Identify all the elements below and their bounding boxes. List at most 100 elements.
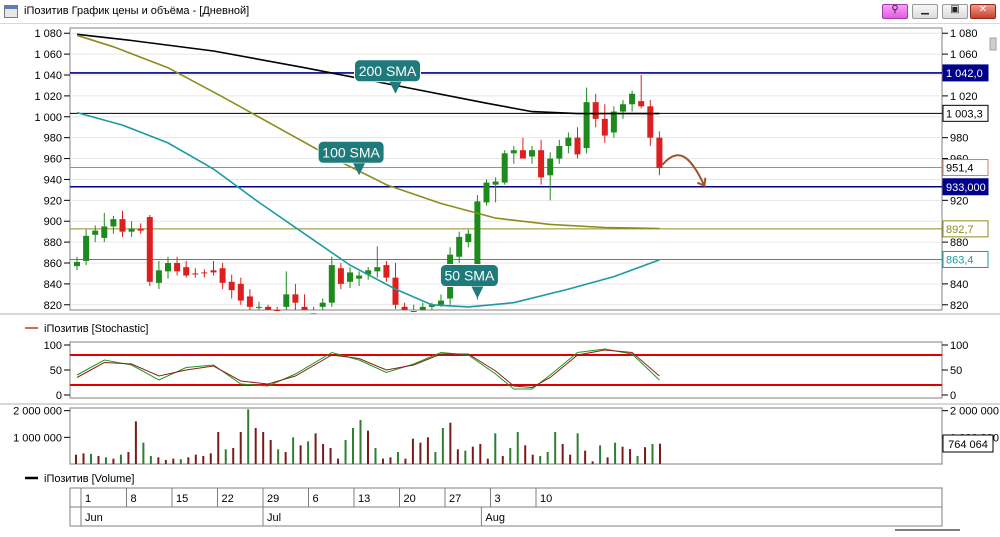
candle-body-up bbox=[456, 236, 463, 257]
candle-body-up bbox=[501, 153, 508, 183]
date-tick-label: 22 bbox=[222, 493, 234, 505]
candle-body-down bbox=[192, 273, 199, 275]
price-tick-label: 1 060 bbox=[34, 49, 62, 61]
candle-body-up bbox=[256, 306, 262, 308]
stoch-right-tick-label: 50 bbox=[950, 365, 962, 377]
candle-body-up bbox=[410, 311, 417, 313]
candle-body-down bbox=[265, 306, 272, 310]
candle-body-down bbox=[392, 277, 399, 305]
right-scroll-grip[interactable] bbox=[989, 37, 997, 51]
sma-callout-label: 50 SMA bbox=[444, 268, 494, 284]
price-tick-label: 920 bbox=[44, 195, 62, 207]
date-tick-label: 6 bbox=[313, 493, 319, 505]
stoch-right-tick-label: 0 bbox=[950, 390, 956, 402]
stoch-tick-label: 50 bbox=[50, 365, 62, 377]
candle-body-down bbox=[656, 137, 663, 168]
candle-body-up bbox=[565, 137, 572, 147]
candle[interactable] bbox=[501, 150, 508, 185]
date-tick-label: 29 bbox=[267, 493, 279, 505]
candle-body-up bbox=[165, 263, 171, 272]
candle-body-down bbox=[292, 294, 299, 303]
candle-body-down bbox=[638, 101, 645, 107]
candle-body-down bbox=[228, 281, 235, 291]
candle-body-down bbox=[337, 268, 344, 284]
candle-body-up bbox=[547, 158, 554, 176]
candle-body-down bbox=[592, 102, 599, 119]
pin-button[interactable]: ⚲ bbox=[882, 4, 908, 19]
candle-body-up bbox=[620, 104, 626, 112]
candle-body-down bbox=[146, 217, 153, 282]
candle-body-down bbox=[174, 263, 181, 272]
app-icon bbox=[4, 5, 18, 18]
candle-body-up bbox=[492, 181, 499, 185]
stoch-tick-label: 0 bbox=[56, 390, 62, 402]
date-tick-label: 3 bbox=[495, 493, 501, 505]
candle-body-down bbox=[383, 265, 390, 278]
candle-body-up bbox=[629, 93, 636, 105]
month-label: Jul bbox=[267, 512, 281, 524]
stochastic-panel-frame bbox=[69, 341, 943, 399]
price-right-tick-label: 840 bbox=[950, 279, 968, 291]
price-label: 1 042,0 bbox=[946, 68, 983, 80]
price-right-tick-label: 880 bbox=[950, 237, 968, 249]
candle-body-down bbox=[601, 118, 608, 136]
candle-body-up bbox=[438, 300, 444, 305]
window-titlebar: iПозитив График цены и объёма - [Дневной… bbox=[0, 0, 1000, 24]
candle-body-down bbox=[274, 310, 281, 311]
chart-area[interactable]: 1 0801 0601 0401 0201 000980960940920900… bbox=[0, 24, 1000, 537]
candle-body-up bbox=[283, 294, 290, 307]
candle-body-up bbox=[465, 233, 472, 243]
candle-body-up bbox=[110, 219, 117, 227]
maximize-button[interactable]: ▣ bbox=[942, 4, 968, 19]
candle-body-up bbox=[529, 150, 535, 157]
volume-right-tick-label: 2 000 000 bbox=[950, 406, 999, 418]
stoch-tick-label: 100 bbox=[44, 340, 62, 352]
candle-body-up bbox=[92, 230, 99, 235]
price-label: 933,000 bbox=[946, 182, 986, 194]
minimize-button[interactable]: ▁ bbox=[912, 4, 938, 19]
stoch-right-tick-label: 100 bbox=[950, 340, 968, 352]
candle[interactable] bbox=[483, 179, 490, 206]
candle-body-up bbox=[610, 111, 617, 133]
price-tick-label: 840 bbox=[44, 279, 62, 291]
sma-callout-label: 200 SMA bbox=[359, 63, 417, 79]
candle-body-up bbox=[155, 270, 162, 283]
maximize-icon: ▣ bbox=[950, 4, 960, 15]
candle-body-up bbox=[356, 275, 363, 279]
date-tick-label: 1 bbox=[85, 493, 91, 505]
price-tick-label: 960 bbox=[44, 154, 62, 166]
candle-body-up bbox=[374, 267, 381, 272]
minimize-icon: ▁ bbox=[921, 4, 929, 15]
candle-body-down bbox=[219, 268, 226, 283]
price-tick-label: 940 bbox=[44, 174, 62, 186]
candle-body-down bbox=[301, 306, 308, 310]
candle-body-up bbox=[483, 182, 490, 203]
candle-body-down bbox=[119, 219, 126, 232]
candle-body-up bbox=[101, 226, 108, 238]
candle-body-down bbox=[183, 267, 190, 276]
price-right-tick-label: 820 bbox=[950, 300, 968, 312]
candle-body-down bbox=[574, 137, 581, 155]
price-right-tick-label: 1 060 bbox=[950, 49, 978, 61]
volume-last-value: 764 064 bbox=[948, 439, 988, 451]
price-tick-label: 860 bbox=[44, 258, 62, 270]
price-right-tick-label: 980 bbox=[950, 133, 968, 145]
price-tick-label: 820 bbox=[44, 300, 62, 312]
price-tick-label: 1 020 bbox=[34, 91, 62, 103]
close-button[interactable]: ✕ bbox=[970, 4, 996, 19]
date-tick-label: 15 bbox=[176, 493, 188, 505]
candle[interactable] bbox=[146, 214, 153, 286]
candle-body-down bbox=[246, 296, 253, 307]
candle-body-down bbox=[519, 150, 526, 159]
volume-tick-label: 2 000 000 bbox=[13, 406, 62, 418]
candle-body-up bbox=[347, 272, 353, 282]
price-tick-label: 900 bbox=[44, 216, 62, 228]
window-title: iПозитив График цены и объёма - [Дневной… bbox=[24, 5, 250, 17]
candle-body-up bbox=[419, 306, 426, 310]
volume-legend: iПозитив [Volume] bbox=[44, 473, 134, 485]
stochastic-legend: iПозитив [Stochastic] bbox=[44, 323, 148, 335]
candle-body-up bbox=[556, 146, 563, 159]
close-icon: ✕ bbox=[978, 4, 988, 15]
candle-body-down bbox=[137, 228, 144, 231]
price-tick-label: 1 040 bbox=[34, 70, 62, 82]
